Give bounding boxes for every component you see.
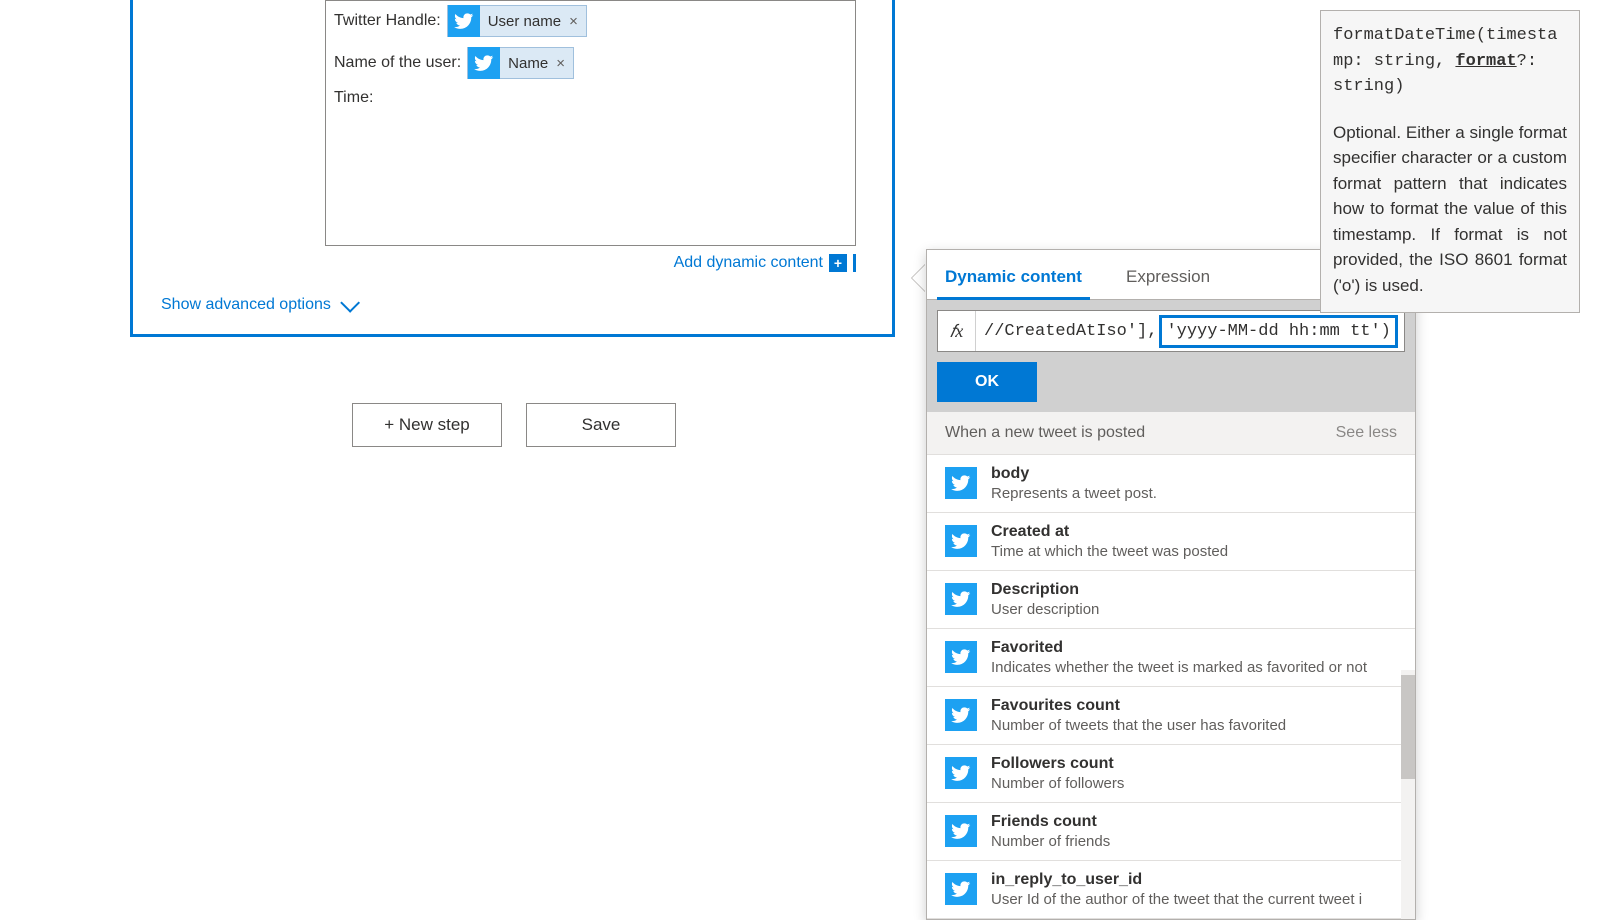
field-row-time: Time: [334, 89, 847, 107]
twitter-icon [945, 467, 977, 499]
token-label: Name [508, 55, 548, 72]
dynamic-item-desc: Time at which the tweet was posted [991, 543, 1228, 560]
fx-icon: 𝑓x [938, 311, 976, 351]
dynamic-item[interactable]: body Represents a tweet post. [927, 455, 1415, 513]
field-row-name-of-user: Name of the user: Name × [334, 47, 847, 79]
field-label: Twitter Handle: [334, 12, 441, 30]
dynamic-item[interactable]: Friends count Number of friends [927, 803, 1415, 861]
plus-icon[interactable]: + [829, 254, 847, 272]
dynamic-item-desc: Indicates whether the tweet is marked as… [991, 659, 1367, 676]
token-name[interactable]: Name × [467, 47, 574, 79]
action-card: Twitter Handle: User name × Name of the … [130, 0, 895, 337]
field-label: Name of the user: [334, 54, 461, 72]
dynamic-item[interactable]: Favorited Indicates whether the tweet is … [927, 629, 1415, 687]
ok-button[interactable]: OK [937, 362, 1037, 402]
dynamic-item-desc: Represents a tweet post. [991, 485, 1157, 502]
twitter-icon [945, 699, 977, 731]
chevron-down-icon [340, 293, 360, 313]
dynamic-content-flyout: Dynamic content Expression 𝑓x //CreatedA… [926, 249, 1416, 920]
dynamic-item[interactable]: Created at Time at which the tweet was po… [927, 513, 1415, 571]
twitter-icon [448, 5, 480, 37]
add-dynamic-content-row: Add dynamic content + [133, 246, 892, 276]
see-less-link[interactable]: See less [1336, 424, 1397, 442]
token-remove-icon[interactable]: × [569, 13, 578, 30]
expression-text[interactable]: //CreatedAtIso'], 'yyyy-MM-dd hh:mm tt') [976, 315, 1404, 348]
dynamic-item-name: Description [991, 581, 1099, 599]
dynamic-item-name: body [991, 465, 1157, 483]
body-textarea[interactable]: Twitter Handle: User name × Name of the … [325, 0, 856, 246]
dynamic-item-name: Favourites count [991, 697, 1286, 715]
dynamic-item-name: in_reply_to_user_id [991, 871, 1362, 889]
twitter-icon [468, 47, 500, 79]
dynamic-item-desc: Number of tweets that the user has favor… [991, 717, 1286, 734]
save-button[interactable]: Save [526, 403, 676, 447]
dynamic-item[interactable]: in_reply_to_user_idUser Id of the author… [927, 861, 1415, 919]
twitter-icon [945, 757, 977, 789]
dynamic-item-desc: Number of followers [991, 775, 1124, 792]
dynamic-item-name: Created at [991, 523, 1228, 541]
dynamic-item-desc: User description [991, 601, 1099, 618]
expression-row: 𝑓x //CreatedAtIso'], 'yyyy-MM-dd hh:mm t… [927, 300, 1415, 412]
format-param-tooltip: formatDateTime(timestamp: string, format… [1320, 10, 1580, 313]
expression-input[interactable]: 𝑓x //CreatedAtIso'], 'yyyy-MM-dd hh:mm t… [937, 310, 1405, 352]
show-advanced-options-link[interactable]: Show advanced options [161, 296, 355, 314]
twitter-icon [945, 815, 977, 847]
dynamic-item[interactable]: Description User description [927, 571, 1415, 629]
field-label: Time: [334, 89, 373, 107]
tooltip-body: Optional. Either a single format specifi… [1333, 120, 1567, 299]
twitter-icon [945, 583, 977, 615]
tab-dynamic-content[interactable]: Dynamic content [937, 257, 1090, 299]
section-header: When a new tweet is posted See less [927, 412, 1415, 455]
twitter-icon [945, 641, 977, 673]
advanced-options-label: Show advanced options [161, 296, 331, 314]
dynamic-item-name: Friends count [991, 813, 1110, 831]
dynamic-item[interactable]: Followers count Number of followers [927, 745, 1415, 803]
expression-highlight: 'yyyy-MM-dd hh:mm tt') [1159, 315, 1397, 348]
dynamic-item[interactable]: Favourites count Number of tweets that th… [927, 687, 1415, 745]
new-step-button[interactable]: + New step [352, 403, 502, 447]
token-label: User name [488, 13, 561, 30]
expression-prefix: //CreatedAtIso'], [984, 322, 1157, 341]
param-highlight: format [1455, 52, 1516, 71]
twitter-icon [945, 873, 977, 905]
twitter-icon [945, 525, 977, 557]
plus-bar-icon [853, 254, 856, 272]
flyout-beak [912, 264, 926, 292]
tab-expression[interactable]: Expression [1118, 257, 1218, 299]
dynamic-item-desc: Number of friends [991, 833, 1110, 850]
section-title: When a new tweet is posted [945, 424, 1145, 442]
dynamic-item-name: Followers count [991, 755, 1124, 773]
add-dynamic-content-link[interactable]: Add dynamic content [674, 254, 823, 272]
dynamic-content-list[interactable]: body Represents a tweet post. Created at Ti… [927, 455, 1415, 919]
tooltip-signature: formatDateTime(timestamp: string, format… [1333, 23, 1567, 100]
step-buttons: + New step Save [352, 403, 676, 447]
token-remove-icon[interactable]: × [556, 55, 565, 72]
token-user-name[interactable]: User name × [447, 5, 587, 37]
field-row-twitter-handle: Twitter Handle: User name × [334, 5, 847, 37]
scrollbar-thumb[interactable] [1401, 675, 1415, 779]
dynamic-item-name: Favorited [991, 639, 1367, 657]
